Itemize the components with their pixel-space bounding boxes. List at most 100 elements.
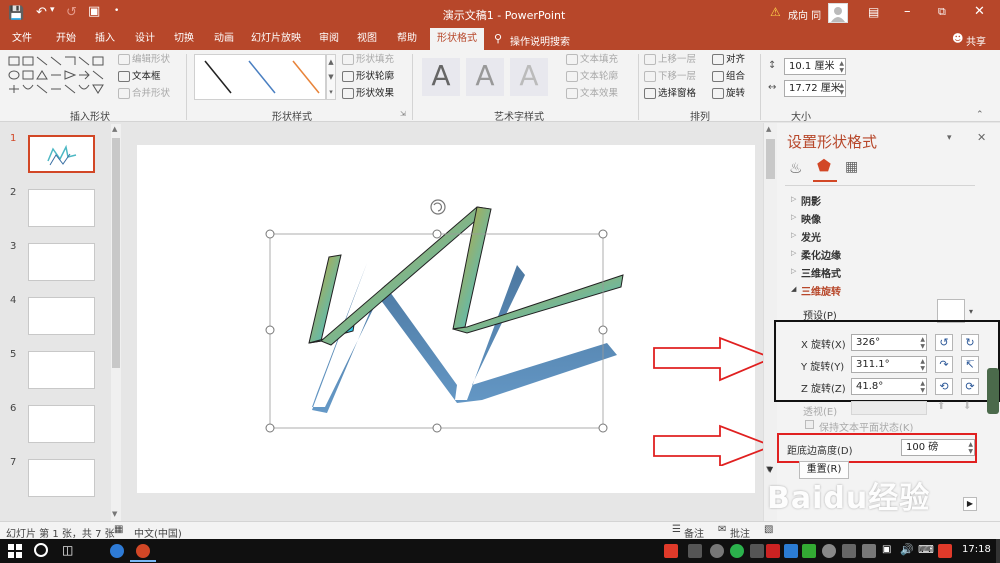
rotate-button[interactable]: 旋转 [712, 86, 745, 102]
resize-handle[interactable] [265, 423, 275, 433]
effects-pentagon-icon[interactable]: ⬟ [817, 156, 831, 175]
sogou-icon[interactable] [938, 544, 952, 558]
spellcheck-icon[interactable]: ▦ [114, 524, 123, 535]
section-3d-rotation[interactable]: 三维旋转 [801, 283, 841, 298]
scroll-right-icon[interactable]: ▶ [963, 497, 977, 511]
section-3d-format[interactable]: 三维格式 [801, 265, 841, 280]
x-rotation-field[interactable]: 326° ▲ ▼ [851, 334, 927, 351]
thumbnail-scrollbar[interactable]: ▲ ▼ [111, 124, 121, 521]
align-button[interactable]: 对齐 [712, 52, 745, 68]
comments-button[interactable]: 批注 [730, 525, 750, 540]
tab-help[interactable]: 帮助 [388, 28, 426, 50]
tab-design[interactable]: 设计 [126, 28, 164, 50]
dialog-launcher-icon[interactable]: ⇲ [400, 110, 406, 118]
resize-handle[interactable] [432, 423, 442, 433]
comments-icon[interactable]: ✉ [718, 524, 726, 535]
user-name[interactable]: 成向 同 [788, 7, 821, 22]
size-properties-icon[interactable]: ▦ [845, 159, 858, 175]
side-widget-icon[interactable] [987, 368, 999, 414]
slide-thumbnail-3[interactable] [28, 243, 95, 281]
resize-handle[interactable] [432, 229, 442, 239]
rotate-up-icon[interactable]: ↷ [935, 356, 953, 373]
tray-app-icon[interactable] [710, 544, 724, 558]
slide-thumbnail-2[interactable] [28, 189, 95, 227]
z-rotation-field[interactable]: 41.8° ▲ ▼ [851, 378, 927, 395]
tell-me-search[interactable]: 操作说明搜索 [510, 33, 570, 48]
tab-home[interactable]: 开始 [46, 28, 86, 50]
tray-app-icon[interactable] [664, 544, 678, 558]
distance-field[interactable]: 100 磅 ▲ ▼ [901, 439, 975, 456]
notes-icon[interactable]: ☰ [672, 524, 681, 535]
rotate-left-icon[interactable]: ↺ [935, 334, 953, 351]
word-icon[interactable] [784, 544, 798, 558]
resize-handle[interactable] [265, 325, 275, 335]
network-icon[interactable]: ▣ [882, 544, 891, 555]
scroll-up-icon[interactable]: ▲ [766, 125, 771, 133]
browser-icon[interactable] [110, 544, 124, 558]
tab-shape-format[interactable]: 形状格式 [430, 28, 484, 50]
shape-effects-button[interactable]: 形状效果 [342, 86, 394, 102]
scroll-thumb[interactable] [766, 139, 775, 179]
save-icon[interactable]: 💾 [8, 6, 24, 21]
cloud-icon[interactable] [822, 544, 836, 558]
notes-button[interactable]: 备注 [684, 525, 704, 540]
spinner-icon[interactable]: ▲ ▼ [920, 358, 925, 372]
rotate-down-icon[interactable]: ↸ [961, 356, 979, 373]
wordart-style-3[interactable]: A [510, 58, 548, 96]
rotate-counterclockwise-icon[interactable]: ⟲ [935, 378, 953, 395]
tray-app-icon[interactable] [842, 544, 856, 558]
language-indicator[interactable]: 中文(中国) [134, 525, 182, 540]
scroll-up-icon[interactable]: ▲ [112, 125, 117, 133]
customize-qat-icon[interactable]: • [114, 6, 119, 16]
chevron-down-icon[interactable]: ▾ [969, 307, 973, 316]
normal-view-icon[interactable]: ▧ [764, 524, 773, 535]
resize-handle[interactable] [265, 229, 275, 239]
ribbon-display-icon[interactable]: ▤ [868, 5, 879, 19]
rotate-right-icon[interactable]: ↻ [961, 334, 979, 351]
clock[interactable]: 17:18 [962, 544, 991, 555]
tab-file[interactable]: 文件 [4, 28, 40, 50]
spinner-icon[interactable]: ▲ ▼ [920, 380, 925, 394]
share-icon[interactable]: ☻ [952, 32, 963, 45]
shapes-gallery[interactable] [6, 54, 110, 104]
slide-thumbnail-4[interactable] [28, 297, 95, 335]
tab-insert[interactable]: 插入 [86, 28, 124, 50]
windows-start-icon[interactable] [8, 544, 22, 558]
pane-close-icon[interactable]: ✕ [977, 131, 986, 144]
resize-handle[interactable] [598, 423, 608, 433]
resize-handle[interactable] [598, 325, 608, 335]
tray-app-icon[interactable] [688, 544, 702, 558]
task-view-icon[interactable]: ◫ [62, 543, 73, 557]
powerpoint-icon[interactable] [136, 544, 150, 558]
gallery-scroll[interactable]: ▲ ▼ ▾ [326, 54, 336, 100]
group-button[interactable]: 组合 [712, 69, 745, 85]
show-desktop-button[interactable] [996, 539, 1000, 563]
redo-icon[interactable]: ↺ [66, 5, 77, 20]
text-box-button[interactable]: 文本框 [118, 69, 161, 85]
slide-thumbnail-1[interactable] [28, 135, 95, 173]
tab-transitions[interactable]: 切换 [164, 28, 204, 50]
volume-icon[interactable]: 🔊 [900, 543, 914, 556]
y-rotation-field[interactable]: 311.1° ▲ ▼ [851, 356, 927, 373]
tab-review[interactable]: 审阅 [310, 28, 348, 50]
ime-icon[interactable]: ⌨ [918, 543, 934, 556]
selection-pane-button[interactable]: 选择窗格 [644, 86, 696, 102]
spinner-icon[interactable]: ▲ ▼ [839, 60, 844, 74]
section-soft-edges[interactable]: 柔化边缘 [801, 247, 841, 262]
spinner-icon[interactable]: ▲ ▼ [968, 441, 973, 455]
undo-icon[interactable]: ↶ [36, 5, 47, 20]
avatar[interactable] [828, 3, 848, 23]
search-icon[interactable] [34, 543, 48, 557]
close-icon[interactable]: ✕ [974, 4, 985, 19]
tab-animations[interactable]: 动画 [204, 28, 244, 50]
minimize-icon[interactable]: – [904, 4, 911, 19]
wordart-style-2[interactable]: A [466, 58, 504, 96]
scroll-down-icon[interactable]: ▼ [112, 510, 117, 518]
wordart-style-1[interactable]: A [422, 58, 460, 96]
section-glow[interactable]: 发光 [801, 229, 821, 244]
rotate-clockwise-icon[interactable]: ⟳ [961, 378, 979, 395]
section-reflection[interactable]: 映像 [801, 211, 821, 226]
pane-options-icon[interactable]: ▾ [947, 133, 952, 143]
slide-thumbnail-5[interactable] [28, 351, 95, 389]
collapse-ribbon-icon[interactable]: ⌃ [976, 110, 984, 120]
